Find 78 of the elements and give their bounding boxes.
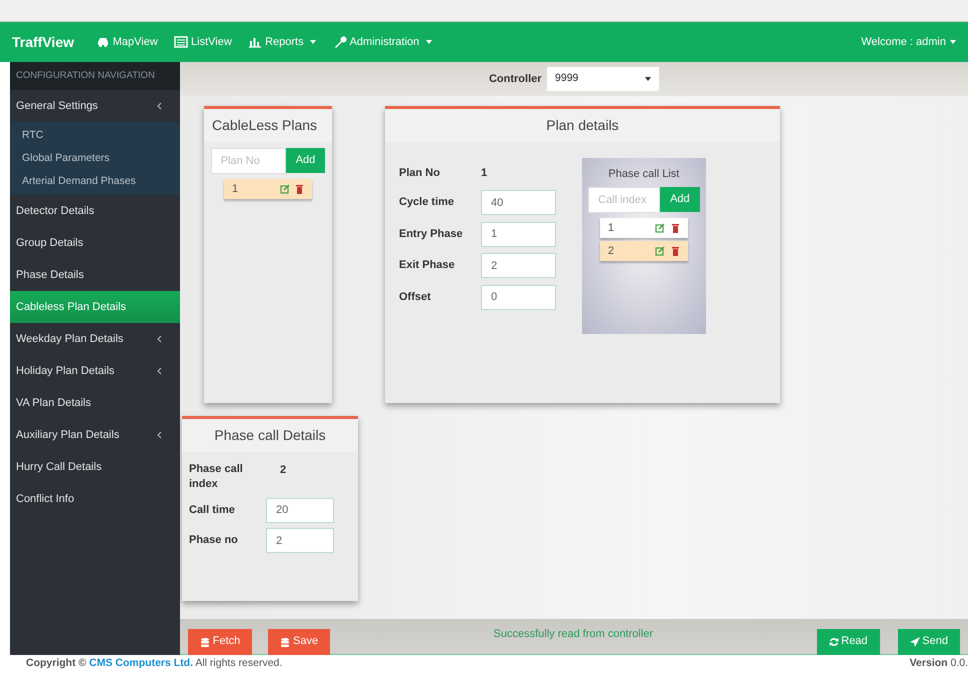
sidebar-item[interactable]: Hurry Call Details <box>10 451 180 483</box>
card-title: Phase call Details <box>182 419 358 452</box>
action-button[interactable]: Read <box>816 628 880 654</box>
edit-icon[interactable] <box>280 184 290 194</box>
input-field[interactable]: 2 <box>481 253 556 278</box>
action-button[interactable]: Fetch <box>188 628 252 654</box>
field-label: Cycle time <box>399 195 456 210</box>
nav-link[interactable]: ListView <box>174 34 232 50</box>
caret-icon <box>426 40 432 44</box>
database-icon <box>280 636 290 646</box>
trash-icon[interactable] <box>295 184 304 194</box>
trash-icon[interactable] <box>670 246 680 256</box>
refresh-icon <box>828 636 838 646</box>
field-label: Phase call index <box>189 462 244 492</box>
sidebar-subitem[interactable]: Arterial Demand Phases <box>10 170 180 193</box>
item-label: 1 <box>232 182 238 197</box>
field-value: 2 <box>280 463 286 478</box>
sidebar-item[interactable]: Auxiliary Plan Details <box>10 419 180 451</box>
caret-icon <box>310 40 316 44</box>
nav-link[interactable]: Administration <box>332 34 432 50</box>
list-item[interactable]: 1 <box>600 218 688 238</box>
sidebar-subitem[interactable]: Global Parameters <box>10 147 180 170</box>
list-icon <box>174 35 188 49</box>
caret-icon <box>645 77 652 81</box>
sidebar-item[interactable]: Phase Details <box>10 259 180 291</box>
user-menu[interactable]: Welcome : admin <box>861 34 956 50</box>
item-label: 1 <box>608 220 614 236</box>
input-field[interactable]: 40 <box>481 190 556 215</box>
field-label: Plan No <box>399 166 441 181</box>
sidebar-item[interactable]: Conflict Info <box>10 483 180 515</box>
field-label: Exit Phase <box>399 258 456 274</box>
input-field[interactable]: 2 <box>266 528 334 553</box>
edit-icon[interactable] <box>655 223 666 233</box>
controller-label: Controller <box>488 72 542 87</box>
sidebar-item[interactable]: Weekday Plan Details <box>10 323 180 355</box>
copyright-text: Copyright © CMS Computers Ltd. All rights reserved. <box>26 656 282 672</box>
version-text: Version 0.0. <box>910 656 968 672</box>
list-item[interactable]: 1 <box>224 179 312 199</box>
controller-select[interactable]: 9999 <box>547 67 660 91</box>
sidebar-item[interactable]: VA Plan Details <box>10 387 180 419</box>
field-label: Call time <box>189 502 236 518</box>
action-button[interactable]: Save <box>268 628 330 654</box>
brand-link[interactable]: TraffView <box>12 32 74 52</box>
action-button[interactable]: Send <box>898 628 960 654</box>
field-value: 1 <box>481 166 488 181</box>
sidebar-header: CONFIGURATION NAVIGATION <box>10 62 180 90</box>
list-item[interactable]: 2 <box>600 240 688 261</box>
input-field[interactable]: 0 <box>481 284 556 310</box>
sidebar-item[interactable]: Detector Details <box>10 195 180 227</box>
sidebar-subitem[interactable]: RTC <box>10 124 180 147</box>
sidebar-item[interactable]: Group Details <box>10 227 180 259</box>
card-title: Plan details <box>385 109 780 142</box>
field-label: Phase no <box>189 533 239 548</box>
field-label: Entry Phase <box>399 226 464 242</box>
bar-chart-icon <box>248 35 262 49</box>
database-icon <box>200 636 210 646</box>
field-label: Offset <box>399 290 432 305</box>
status-message: Successfully read from controller <box>492 627 654 642</box>
search-field[interactable]: Call index <box>588 186 660 212</box>
nav-link[interactable]: MapView <box>96 34 158 50</box>
caret-icon <box>950 40 956 44</box>
edit-icon[interactable] <box>655 246 666 256</box>
add-button[interactable]: Add <box>660 186 700 212</box>
search-field[interactable]: Plan No <box>210 148 286 174</box>
trash-icon[interactable] <box>670 223 680 233</box>
card-title: CableLess Plans <box>204 109 332 142</box>
add-button[interactable]: Add <box>286 148 326 172</box>
company-link[interactable]: CMS Computers Ltd. <box>89 657 193 670</box>
item-label: 2 <box>608 244 614 258</box>
sidebar-item[interactable]: General Settings <box>10 90 180 122</box>
input-field[interactable]: 20 <box>266 498 334 522</box>
sidebar-item[interactable]: Holiday Plan Details <box>10 355 180 387</box>
sidebar-item[interactable]: Cableless Plan Details <box>10 291 180 323</box>
nav-link[interactable]: Reports <box>248 34 316 50</box>
car-icon <box>96 35 110 49</box>
panel-title: Phase call List <box>608 167 680 182</box>
input-field[interactable]: 1 <box>481 222 556 246</box>
send-icon <box>910 636 920 646</box>
